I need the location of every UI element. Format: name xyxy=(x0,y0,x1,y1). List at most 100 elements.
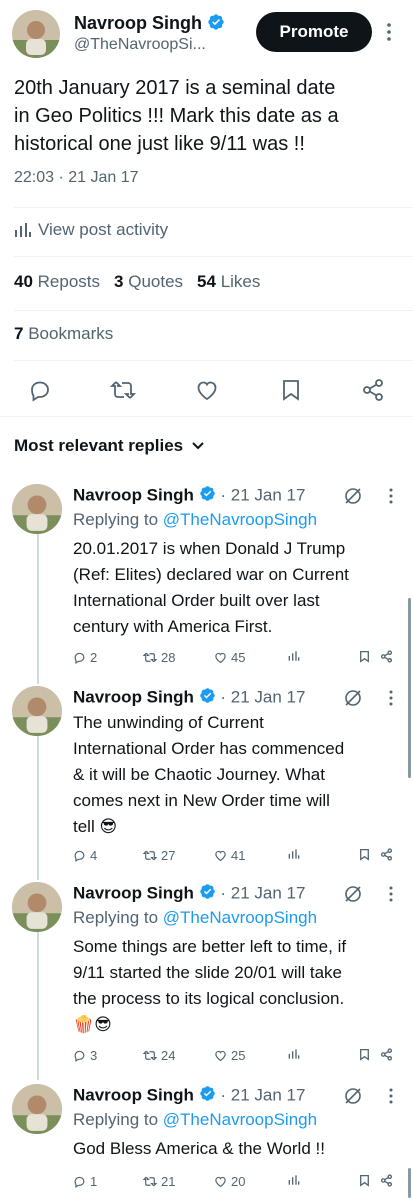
divider xyxy=(14,310,413,311)
grok-icon[interactable] xyxy=(343,884,363,904)
more-icon[interactable] xyxy=(389,690,393,706)
share-icon[interactable] xyxy=(380,650,393,663)
views-button[interactable] xyxy=(288,1174,300,1186)
repost-count-value: 28 xyxy=(161,650,176,665)
reply-count[interactable]: 2 xyxy=(73,650,97,665)
reply-avatar[interactable] xyxy=(12,484,62,534)
reply-avatar[interactable] xyxy=(12,1084,62,1134)
replying-to-handle[interactable]: @TheNavroopSingh xyxy=(163,908,317,927)
reply-avatar[interactable] xyxy=(12,882,62,932)
grok-icon[interactable] xyxy=(343,688,363,708)
quotes-stat[interactable]: 3 Quotes xyxy=(114,272,183,292)
verified-badge-icon xyxy=(199,1085,216,1107)
share-icon[interactable] xyxy=(380,1174,393,1187)
reply-count[interactable]: 1 xyxy=(73,1174,97,1189)
repost-count-value: 27 xyxy=(161,848,176,863)
repost-count[interactable]: 28 xyxy=(143,650,175,665)
bookmarks-stat[interactable]: 7 Bookmarks xyxy=(14,324,113,344)
reply-item[interactable]: Navroop Singh · 21 Jan 17 Replying to @T… xyxy=(0,1076,413,1199)
reply-text-line: The unwinding of Current xyxy=(73,713,264,732)
view-post-activity-link[interactable]: View post activity xyxy=(14,220,168,240)
reply-text-line: century with America First. xyxy=(73,617,273,636)
reply-text: The unwinding of Current International O… xyxy=(73,710,408,840)
reply-author-name[interactable]: Navroop Singh xyxy=(73,687,194,706)
reply-item[interactable]: Navroop Singh · 21 Jan 17 The unwinding … xyxy=(0,678,413,868)
repost-icon xyxy=(143,1050,157,1061)
like-count[interactable]: 25 xyxy=(214,1048,245,1063)
reply-avatar[interactable] xyxy=(12,686,62,736)
bar-chart-icon xyxy=(288,1175,300,1185)
bookmark-icon[interactable] xyxy=(359,650,370,663)
likes-stat[interactable]: 54 Likes xyxy=(197,272,260,292)
view-post-activity-label: View post activity xyxy=(38,220,169,239)
replying-to-handle[interactable]: @TheNavroopSingh xyxy=(163,1110,317,1129)
like-count[interactable]: 41 xyxy=(214,848,245,863)
views-button[interactable] xyxy=(288,650,300,662)
grok-icon[interactable] xyxy=(343,486,363,506)
repost-icon xyxy=(143,1176,157,1187)
more-icon[interactable] xyxy=(389,886,393,902)
reply-text-line: 🍿😎 xyxy=(73,1015,112,1034)
reply-count[interactable]: 3 xyxy=(73,1048,97,1063)
scrollbar-thumb-secondary[interactable] xyxy=(408,1168,411,1198)
share-icon[interactable] xyxy=(380,848,393,861)
reposts-count: 40 xyxy=(14,272,33,291)
promote-button[interactable]: Promote xyxy=(256,12,372,52)
repost-count-value: 21 xyxy=(161,1174,176,1189)
author-handle[interactable]: @TheNavroopSi... xyxy=(74,36,206,54)
tweet-text-line: in Geo Politics !!! Mark this date as a xyxy=(14,105,339,127)
like-count-value: 25 xyxy=(231,1048,246,1063)
reply-date[interactable]: · 21 Jan 17 xyxy=(220,883,305,902)
views-button[interactable] xyxy=(288,848,300,860)
replying-to: Replying to @TheNavroopSingh xyxy=(73,908,317,928)
tweet-text-line: historical one just like 9/11 was !! xyxy=(14,133,305,155)
replies-sort-dropdown[interactable]: Most relevant replies xyxy=(14,436,205,456)
reply-count-value: 1 xyxy=(90,1174,98,1189)
reply-date[interactable]: · 21 Jan 17 xyxy=(220,1085,305,1104)
share-icon[interactable] xyxy=(361,378,385,402)
repost-count[interactable]: 21 xyxy=(143,1174,175,1189)
bookmark-icon[interactable] xyxy=(281,378,301,402)
grok-icon[interactable] xyxy=(343,1086,363,1106)
bookmark-icon[interactable] xyxy=(359,848,370,861)
replying-to-handle[interactable]: @TheNavroopSingh xyxy=(163,510,317,529)
scrollbar-thumb[interactable] xyxy=(408,598,411,778)
reply-text-line: God Bless America & the World !! xyxy=(73,1139,325,1158)
reply-author-name[interactable]: Navroop Singh xyxy=(73,883,194,902)
share-icon[interactable] xyxy=(380,1048,393,1061)
author-name-row[interactable]: Navroop Singh xyxy=(74,12,225,36)
reply-date[interactable]: · 21 Jan 17 xyxy=(220,687,305,706)
reply-item[interactable]: Navroop Singh · 21 Jan 17 Replying to @T… xyxy=(0,476,413,676)
reply-date[interactable]: · 21 Jan 17 xyxy=(220,485,305,504)
reply-actions-right xyxy=(359,1048,393,1061)
reposts-stat[interactable]: 40 Reposts xyxy=(14,272,100,292)
bookmark-icon[interactable] xyxy=(359,1048,370,1061)
more-icon[interactable] xyxy=(386,22,392,42)
repost-count[interactable]: 27 xyxy=(143,848,175,863)
like-count[interactable]: 20 xyxy=(214,1174,245,1189)
author-avatar[interactable] xyxy=(12,10,60,58)
like-icon[interactable] xyxy=(195,379,219,401)
more-icon[interactable] xyxy=(389,488,393,504)
quotes-label: Quotes xyxy=(128,272,184,291)
bookmarks-label: Bookmarks xyxy=(28,324,114,343)
reply-text: 20.01.2017 is when Donald J Trump (Ref: … xyxy=(73,536,408,640)
repost-count[interactable]: 24 xyxy=(143,1048,175,1063)
reply-text: Some things are better left to time, if … xyxy=(73,934,411,1038)
reply-icon[interactable] xyxy=(28,378,52,402)
reply-text-line: comes next in New Order time will xyxy=(73,791,330,810)
reply-count[interactable]: 4 xyxy=(73,848,97,863)
reply-item[interactable]: Navroop Singh · 21 Jan 17 Replying to @T… xyxy=(0,874,413,1074)
like-count[interactable]: 45 xyxy=(214,650,245,665)
reply-author-name[interactable]: Navroop Singh xyxy=(73,1085,194,1104)
more-icon[interactable] xyxy=(389,1088,393,1104)
repost-icon[interactable] xyxy=(110,378,136,402)
like-icon xyxy=(215,652,226,664)
reply-header: Navroop Singh · 21 Jan 17 xyxy=(73,687,305,709)
bookmark-icon[interactable] xyxy=(359,1174,370,1187)
tweet-timestamp[interactable]: 22:03 · 21 Jan 17 xyxy=(14,169,139,187)
reply-actions-right xyxy=(359,650,393,663)
views-button[interactable] xyxy=(288,1048,300,1060)
replying-to-label: Replying to xyxy=(73,1110,163,1129)
reply-author-name[interactable]: Navroop Singh xyxy=(73,485,194,504)
